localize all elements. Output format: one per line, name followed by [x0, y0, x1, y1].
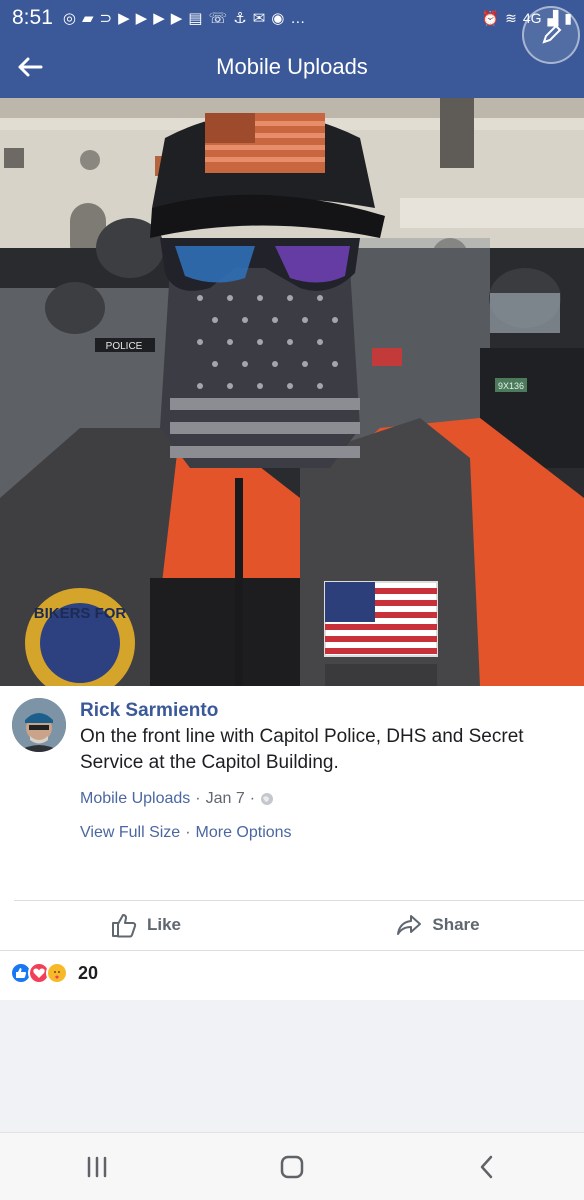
cap-flag [205, 113, 325, 173]
app-bar: Mobile Uploads [0, 36, 584, 98]
globe-icon [261, 793, 274, 805]
thumbs-up-icon [111, 914, 137, 938]
flag-patch [324, 581, 438, 657]
pencil-icon [542, 24, 562, 44]
reactions-summary[interactable]: 20 [10, 962, 98, 984]
page-title: Mobile Uploads [216, 54, 368, 79]
youtube-icon: ▶ [118, 10, 130, 27]
share-label: Share [432, 915, 480, 934]
news-icon: ▤ [188, 10, 203, 27]
photo-scene: 9X136 POLICE BIKERS FOR [0, 98, 584, 686]
wifi-icon: ≋ [505, 9, 517, 26]
meta-separator: · [249, 790, 256, 807]
system-nav-bar [0, 1132, 584, 1200]
avatar[interactable] [12, 698, 66, 752]
recent-apps-icon [88, 1156, 107, 1177]
post-options: View Full Size · More Options [80, 824, 292, 842]
mail-icon: ✉ [252, 10, 266, 27]
message-icon: ▰ [81, 10, 94, 27]
police-label: POLICE [106, 341, 143, 352]
view-full-size-link[interactable]: View Full Size [80, 824, 180, 842]
youtube-icon: ▶ [153, 10, 165, 27]
messenger-icon: ◉ [271, 10, 285, 27]
status-bar: 8:51 ◎ ▰ ⊃ ▶ ▶ ▶ ▶ ▤ ☏ ⚓ ✉ ◉ … ⏰ ≋ 4G ▟ … [0, 0, 584, 36]
notification-icon: ◎ [62, 10, 76, 27]
share-icon [397, 915, 422, 935]
youtube-icon: ▶ [135, 10, 148, 27]
system-back-button[interactable] [457, 1137, 517, 1197]
cast-icon: ⊃ [99, 10, 113, 27]
recent-apps-button[interactable] [67, 1137, 127, 1197]
album-link[interactable]: Mobile Uploads [80, 790, 190, 808]
status-time: 8:51 [12, 6, 53, 29]
post-photo[interactable]: 9X136 POLICE BIKERS FOR [0, 98, 584, 686]
post-date[interactable]: Jan 7 [206, 790, 245, 808]
share-button[interactable]: Share [292, 900, 584, 950]
patch-text: BIKERS FOR [34, 605, 127, 622]
anchor-icon: ⚓ [233, 10, 247, 27]
more-icon: … [290, 9, 306, 27]
back-button[interactable] [0, 36, 60, 98]
like-button[interactable]: Like [0, 900, 292, 950]
care-reaction-icon [46, 962, 68, 984]
avatar-image [12, 698, 66, 752]
action-bar: Like Share [0, 900, 584, 950]
divider [0, 950, 584, 951]
home-icon [280, 1155, 304, 1178]
youtube-icon: ▶ [170, 10, 183, 27]
meta-separator: · [195, 790, 201, 807]
post-meta: Mobile Uploads · Jan 7 · [80, 790, 274, 808]
badge-text: 9X136 [498, 381, 524, 391]
home-button[interactable] [262, 1137, 322, 1197]
arrow-left-icon [18, 57, 43, 77]
post-card: Rick Sarmiento On the front line with Ca… [0, 686, 584, 1000]
like-label: Like [146, 915, 182, 934]
edit-button[interactable] [522, 6, 580, 64]
more-options-link[interactable]: More Options [196, 824, 292, 842]
chevron-left-icon [480, 1155, 492, 1178]
options-separator: · [185, 824, 191, 841]
wifi-call-icon: ☏ [208, 10, 228, 27]
alarm-icon: ⏰ [481, 9, 500, 26]
post-caption: On the front line with Capitol Police, D… [80, 726, 524, 773]
post-author[interactable]: Rick Sarmiento [80, 700, 218, 722]
reaction-count: 20 [78, 962, 99, 983]
